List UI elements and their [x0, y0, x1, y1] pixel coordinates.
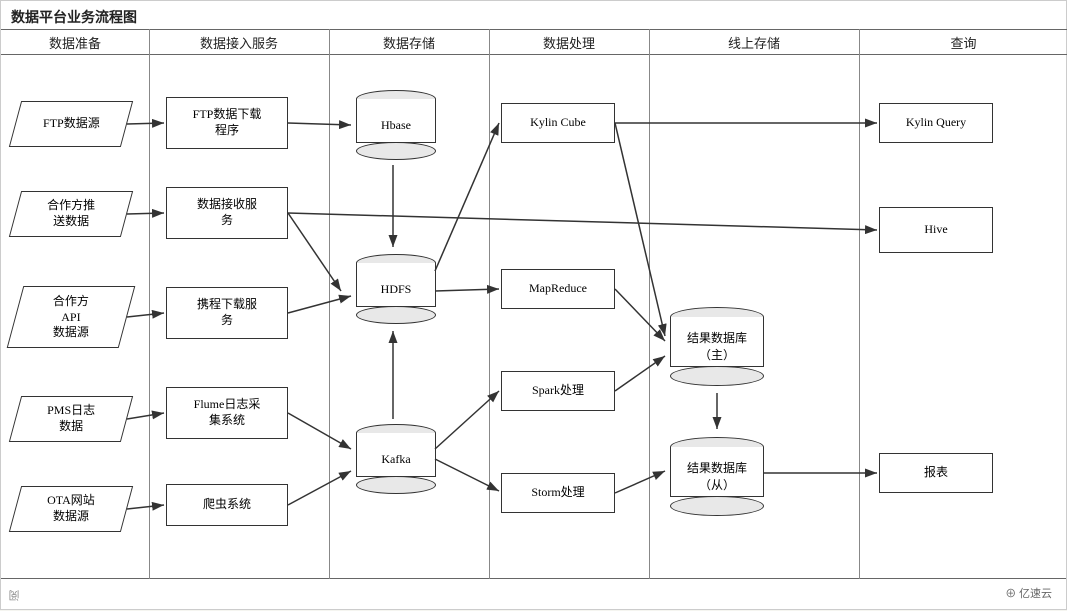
source-pms: PMS日志数据	[9, 396, 133, 442]
col-header-2: 数据接入服务	[149, 29, 329, 55]
divider-2	[329, 29, 330, 579]
col-header-4: 数据处理	[489, 29, 649, 55]
service-download: 携程下载服务	[166, 287, 288, 339]
source-partner-api: 合作方API数据源	[7, 286, 136, 348]
cylinder-db-main: 结果数据库（主）	[667, 301, 767, 391]
proc-kylin-cube: Kylin Cube	[501, 103, 615, 143]
footer-side-text: 阅	[7, 590, 23, 601]
divider-5	[859, 29, 860, 579]
col-header-5: 线上存储	[649, 29, 859, 55]
footer-brand: ⊕ 亿速云	[1005, 585, 1052, 601]
diagram-container: 数据平台业务流程图 数据准备 数据接入服务 数据存储 数据处理 线上存储 查询 …	[0, 0, 1067, 610]
proc-spark: Spark处理	[501, 371, 615, 411]
divider-4	[649, 29, 650, 579]
query-report: 报表	[879, 453, 993, 493]
source-partner-push: 合作方推送数据	[9, 191, 133, 237]
col-header-3: 数据存储	[329, 29, 489, 55]
service-flume: Flume日志采集系统	[166, 387, 288, 439]
col-header-1: 数据准备	[1, 29, 149, 55]
source-ota: OTA网站数据源	[9, 486, 133, 532]
proc-storm: Storm处理	[501, 473, 615, 513]
service-ftp-download: FTP数据下载程序	[166, 97, 288, 149]
query-hive: Hive	[879, 207, 993, 253]
divider-1	[149, 29, 150, 579]
query-kylin: Kylin Query	[879, 103, 993, 143]
page-title: 数据平台业务流程图	[11, 7, 137, 27]
cylinder-db-slave: 结果数据库（从）	[667, 431, 767, 521]
service-data-receive: 数据接收服务	[166, 187, 288, 239]
cylinder-hbase: Hbase	[353, 85, 439, 165]
service-crawler: 爬虫系统	[166, 484, 288, 526]
proc-mapreduce: MapReduce	[501, 269, 615, 309]
cylinder-hdfs: HDFS	[353, 249, 439, 329]
cylinder-kafka: Kafka	[353, 419, 439, 499]
divider-3	[489, 29, 490, 579]
source-ftp: FTP数据源	[9, 101, 133, 147]
col-header-6: 查询	[859, 29, 1067, 55]
